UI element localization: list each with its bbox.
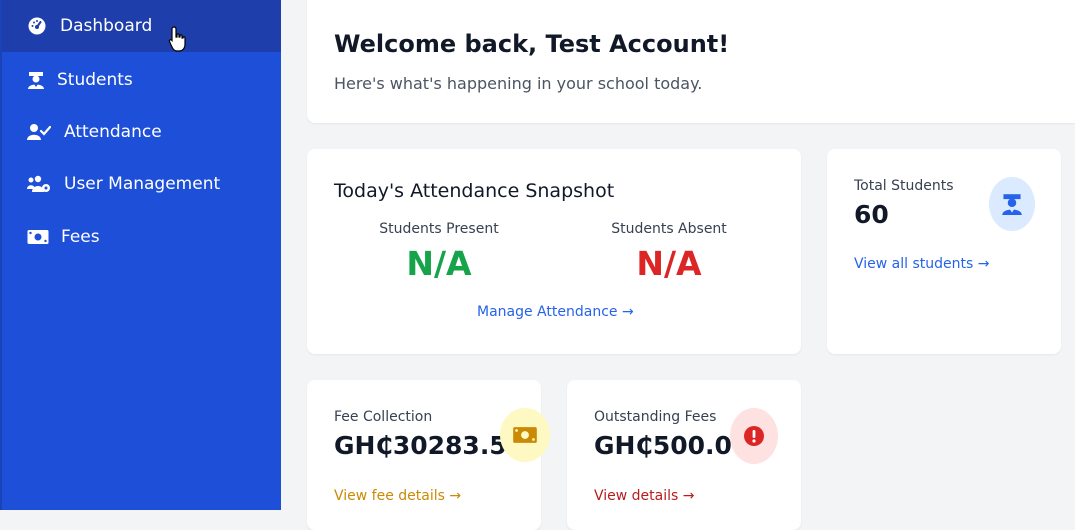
fee-collection-value: GH₵30283.56 <box>334 431 525 460</box>
outstanding-fees-value: GH₵500.00 <box>594 431 750 460</box>
sidebar-item-students[interactable]: Students <box>2 54 281 106</box>
graduate-icon <box>989 177 1035 231</box>
manage-attendance-link[interactable]: Manage Attendance → <box>477 304 634 320</box>
students-present-label: Students Present <box>379 221 499 237</box>
outstanding-fees-label: Outstanding Fees <box>594 409 717 425</box>
page-title: Welcome back, Test Account! <box>334 30 730 58</box>
attendance-card-title: Today's Attendance Snapshot <box>334 180 615 202</box>
sidebar-item-fees[interactable]: Fees <box>2 211 281 263</box>
sidebar-item-label: User Management <box>64 174 221 194</box>
outstanding-fees-card: Outstanding Fees GH₵500.00 View details … <box>567 380 801 530</box>
sidebar-item-dashboard[interactable]: Dashboard <box>2 0 281 52</box>
students-absent-label: Students Absent <box>611 221 727 237</box>
students-absent-value: N/A <box>636 244 702 283</box>
attendance-snapshot-card: Today's Attendance Snapshot Students Pre… <box>307 149 801 354</box>
sidebar-item-attendance[interactable]: Attendance <box>2 106 281 158</box>
money-bill-icon <box>500 408 550 462</box>
sidebar: Dashboard Students Attendance User Manag… <box>0 0 281 510</box>
money-bill-icon <box>27 229 49 245</box>
sidebar-item-user-management[interactable]: User Management <box>2 158 281 210</box>
sidebar-item-label: Attendance <box>64 122 162 142</box>
page-subtitle: Here's what's happening in your school t… <box>334 74 703 93</box>
users-cog-icon <box>27 175 51 193</box>
fee-collection-card: Fee Collection GH₵30283.56 View fee deta… <box>307 380 550 530</box>
fee-collection-label: Fee Collection <box>334 409 433 425</box>
sidebar-item-label: Dashboard <box>60 16 153 36</box>
view-details-link[interactable]: View details → <box>594 488 695 504</box>
view-all-students-link[interactable]: View all students → <box>854 256 989 272</box>
graduate-icon <box>27 71 45 89</box>
total-students-label: Total Students <box>854 178 954 194</box>
hand-cursor-icon <box>168 26 188 56</box>
students-present-value: N/A <box>406 244 472 283</box>
exclamation-circle-icon <box>730 408 778 464</box>
sidebar-item-label: Students <box>57 70 133 90</box>
user-check-icon <box>27 123 51 141</box>
view-fee-details-link[interactable]: View fee details → <box>334 488 461 504</box>
total-students-value: 60 <box>854 200 889 229</box>
total-students-card: Total Students 60 View all students → <box>827 149 1061 354</box>
welcome-card: Welcome back, Test Account! Here's what'… <box>307 0 1075 123</box>
dashboard-gauge-icon <box>27 16 47 36</box>
sidebar-item-label: Fees <box>61 227 100 247</box>
